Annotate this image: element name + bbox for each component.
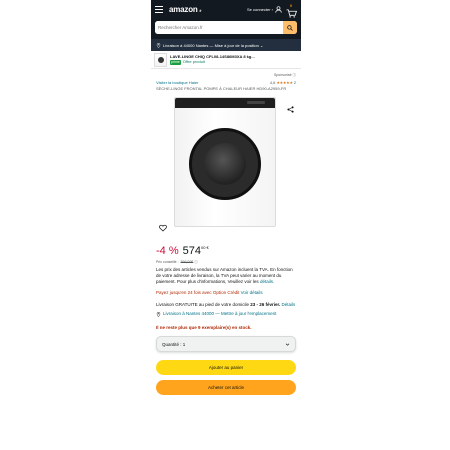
signin-label: Se connecter ›: [246, 7, 273, 12]
price-line: -4 % 574 00 €: [156, 245, 296, 257]
delivery-location-text: Livraison à Nantes 44000 — Mettre à jour…: [163, 311, 277, 316]
product-header: Visiter la boutique Haier 4,6 ★★★★★ 2 SÈ…: [151, 80, 301, 91]
search-input[interactable]: [155, 21, 283, 34]
search-icon: [287, 24, 293, 31]
installment-details-link[interactable]: Voir détails: [241, 290, 263, 295]
delivery-date: 23 - 26 février.: [250, 302, 281, 307]
recent-item-subtitle: Offre produit: [182, 59, 205, 64]
rating-count: 2: [293, 80, 296, 85]
amazon-logo[interactable]: amazon .fr: [169, 5, 202, 14]
add-to-cart-button[interactable]: Ajouter au panier: [156, 360, 296, 375]
quantity-label: Quantité : 1: [162, 341, 186, 347]
delivery-location-link[interactable]: Livraison à Nantes 44000 — Mettre à jour…: [156, 311, 296, 317]
recent-item-thumbnail: [154, 52, 167, 67]
price: 574: [182, 245, 201, 257]
previous-price-value: 599,00€: [180, 260, 194, 264]
product-image-area: [151, 93, 301, 233]
delivery-location-bar[interactable]: Livraison à 44000 Nantes — Mise à jour d…: [151, 39, 301, 51]
store-link[interactable]: Visiter la boutique Haier: [156, 80, 198, 85]
product-title: SÈCHE-LINGE FRONTAL POMPE À CHALEUR HAIE…: [156, 86, 287, 91]
product-image[interactable]: [174, 97, 276, 227]
price-cents: 00 €: [200, 245, 209, 250]
user-icon: [275, 6, 282, 13]
free-delivery-text: Livraison GRATUITE au pied de votre domi…: [156, 302, 249, 307]
cart-button[interactable]: 0: [286, 3, 298, 18]
previous-price-label: Prix conseillé :: [156, 260, 179, 264]
installment-text: Payez jusqu'en 24 fois avec Option Crédi…: [156, 290, 240, 295]
search-button[interactable]: [283, 21, 297, 34]
cart-count: 0: [290, 3, 293, 8]
rating-stars: ★★★★★: [276, 80, 293, 85]
info-icon[interactable]: ⓘ: [194, 260, 198, 264]
heart-icon[interactable]: [159, 224, 167, 232]
rating[interactable]: 4,6 ★★★★★ 2: [270, 80, 296, 85]
logo-text: amazon: [169, 5, 198, 14]
tva-details-link[interactable]: détails.: [260, 279, 274, 284]
recent-item-banner[interactable]: LAVE-LINGE CHIQ CFL08-14S86M3XA 8 kg... …: [151, 51, 301, 69]
delivery-details-link[interactable]: Détails: [282, 302, 296, 307]
quantity-selector[interactable]: Quantité : 1: [156, 336, 296, 352]
delivery-text: Livraison à 44000 Nantes — Mise à jour d…: [163, 42, 264, 48]
search-bar: [151, 19, 301, 39]
location-pin-icon: [156, 311, 161, 317]
search-box: [155, 21, 297, 34]
chevron-down-icon: [285, 343, 290, 346]
stock-status: Il ne reste plus que 9 exemplaire(s) en …: [156, 325, 252, 330]
rating-value: 4,6: [269, 80, 276, 85]
tva-notice: Les prix des articles vendus sur Amazon …: [156, 267, 296, 285]
top-nav-bar: amazon .fr Se connecter › 0: [151, 0, 301, 19]
menu-icon[interactable]: [155, 6, 163, 13]
discount-percent: -4 %: [156, 245, 179, 257]
installment-offer: Payez jusqu'en 24 fois avec Option Crédi…: [156, 290, 296, 296]
buy-box: -4 % 574 00 € Prix conseillé : 599,00€ ⓘ…: [151, 233, 301, 395]
previous-price: Prix conseillé : 599,00€ ⓘ: [156, 260, 296, 265]
sponsored-label[interactable]: Sponsorisé ⓘ: [151, 69, 301, 80]
signin-link[interactable]: Se connecter ›: [247, 6, 282, 13]
buy-now-button[interactable]: Acheter cet article: [156, 380, 296, 395]
logo-suffix: .fr: [198, 8, 202, 13]
amazon-mobile-page: amazon .fr Se connecter › 0 Livraison à …: [151, 0, 301, 450]
prime-badge: prime: [170, 60, 181, 65]
free-delivery: Livraison GRATUITE au pied de votre domi…: [156, 302, 296, 308]
location-pin-icon: [156, 42, 161, 48]
cart-icon: [286, 9, 298, 18]
